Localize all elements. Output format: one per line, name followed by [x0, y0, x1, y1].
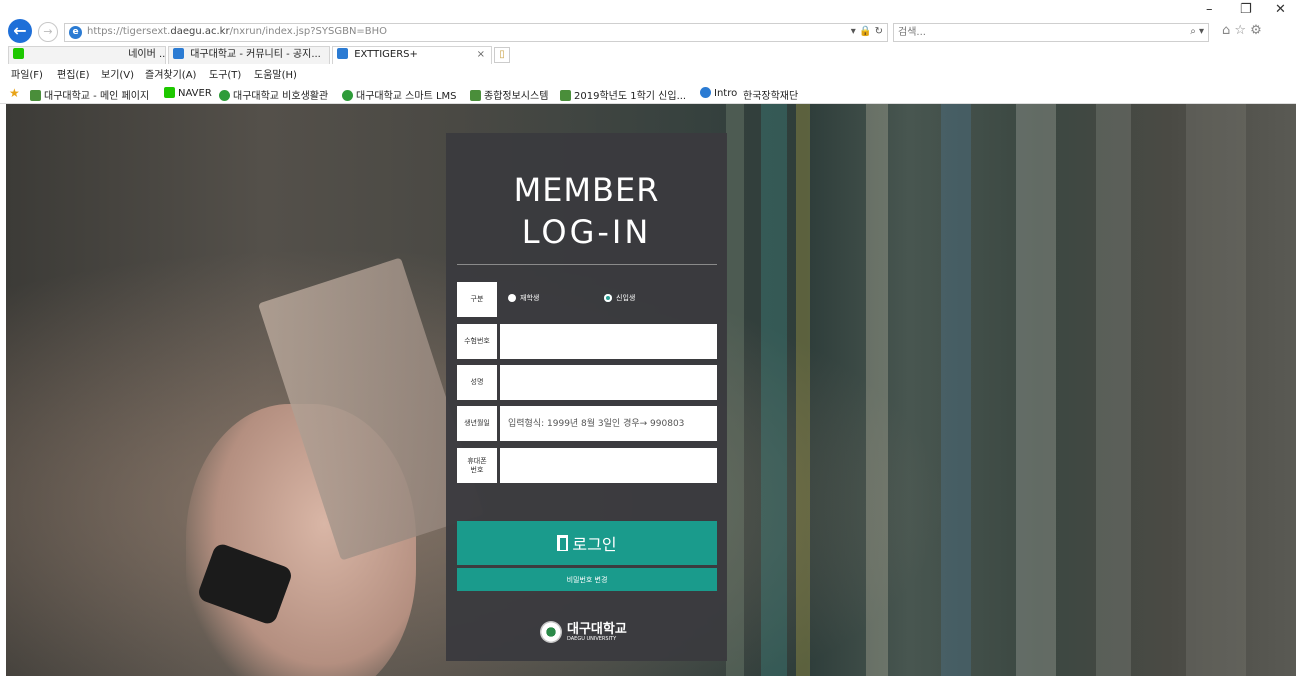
- fav-info-system[interactable]: 종합정보시스템: [470, 87, 548, 102]
- address-tools-icons[interactable]: ▾ 🔒 ↻: [851, 26, 883, 37]
- login-panel: MEMBER LOG-IN 구분 재학생 신입생 수험번호 성명 생년월일 휴대…: [446, 133, 727, 661]
- back-button[interactable]: ←: [8, 19, 32, 43]
- login-button[interactable]: 로그인: [457, 521, 717, 565]
- login-button-label: 로그인: [572, 535, 617, 554]
- logo-name: 대구대학교: [567, 621, 627, 637]
- change-password-button[interactable]: 비밀번호 변경: [457, 568, 717, 591]
- name-label: 성명: [457, 365, 497, 400]
- naver-icon: [13, 48, 24, 59]
- name-input[interactable]: [500, 365, 717, 400]
- exam-number-input[interactable]: [500, 324, 717, 359]
- minimize-button[interactable]: –: [1206, 2, 1213, 17]
- tab-label: 대구대학교 - 커뮤니티 - 공지...: [190, 49, 321, 60]
- radio-enrolled[interactable]: 재학생: [508, 293, 539, 303]
- address-bar[interactable]: e https://tigersext.daegu.ac.kr/nxrun/in…: [64, 23, 888, 42]
- background-book: [796, 104, 810, 676]
- fav-label: 대구대학교 - 메인 페이지: [44, 91, 150, 102]
- close-window-button[interactable]: ✕: [1275, 2, 1286, 17]
- background-book: [941, 104, 971, 676]
- menu-tools[interactable]: 도구(T): [209, 66, 241, 81]
- menu-view[interactable]: 보기(V): [101, 66, 134, 81]
- menu-bar: 파일(F) 편집(E) 보기(V) 즐겨찾기(A) 도구(T) 도움말(H): [0, 64, 1296, 82]
- radio-dot-selected[interactable]: [604, 294, 612, 302]
- fav-intro[interactable]: Intro: [700, 87, 737, 99]
- fav-label: 한국장학재단: [743, 91, 799, 102]
- favorites-star-icon[interactable]: ★: [9, 86, 20, 100]
- fav-label: 대구대학교 비호생활관: [233, 91, 329, 102]
- radio-label: 신입생: [616, 294, 636, 302]
- browser-title-bar: ← → e https://tigersext.daegu.ac.kr/nxru…: [0, 0, 1296, 44]
- login-title-line1: MEMBER: [513, 171, 660, 209]
- url-text[interactable]: https://tigersext.daegu.ac.kr/nxrun/inde…: [87, 26, 387, 37]
- tab-label: EXTTIGERS+: [354, 49, 418, 60]
- new-tab-button[interactable]: ▯: [494, 47, 510, 63]
- fav-naver[interactable]: NAVER: [164, 87, 212, 99]
- forward-button[interactable]: →: [38, 22, 58, 42]
- background-book: [1016, 104, 1056, 676]
- radio-dot[interactable]: [508, 294, 516, 302]
- fav-label: 종합정보시스템: [484, 91, 549, 102]
- fav-kosaf[interactable]: 한국장학재단: [743, 87, 798, 102]
- university-logo: 대구대학교 DAEGU UNIVERSITY: [540, 621, 627, 643]
- ie-page-icon: e: [69, 26, 82, 39]
- search-box[interactable]: ⌕ ▾: [893, 23, 1209, 42]
- fav-label: 2019학년도 1학기 신입...: [574, 91, 687, 102]
- phone-label-line2: 번호: [470, 465, 484, 474]
- fav-daegu-main[interactable]: 대구대학교 - 메인 페이지: [30, 87, 149, 102]
- fav-dormitory[interactable]: 대구대학교 비호생활관: [219, 87, 328, 102]
- tab-daegu-notice[interactable]: 대구대학교 - 커뮤니티 - 공지...: [168, 46, 330, 64]
- fav-label: NAVER: [178, 88, 212, 99]
- menu-favorites[interactable]: 즐겨찾기(A): [145, 66, 196, 81]
- tab-exttigers[interactable]: EXTTIGERS+ ×: [332, 46, 492, 64]
- birthdate-label: 생년월일: [457, 406, 497, 441]
- tab-bar: 네이버 ... 대구대학교 - 커뮤니티 - 공지... EXTTIGERS+ …: [0, 44, 1296, 64]
- search-input[interactable]: [894, 24, 1164, 41]
- exam-number-label: 수험번호: [457, 324, 497, 359]
- fav-label: 대구대학교 스마트 LMS: [356, 91, 457, 102]
- radio-freshman[interactable]: 신입생: [604, 293, 635, 303]
- background-book: [1186, 104, 1246, 676]
- birthdate-input[interactable]: [500, 406, 717, 441]
- background-book: [761, 104, 787, 676]
- close-tab-icon[interactable]: ×: [477, 47, 485, 63]
- fav-smart-lms[interactable]: 대구대학교 스마트 LMS: [342, 87, 457, 102]
- radio-label: 재학생: [520, 294, 540, 302]
- home-favorites-settings-icons[interactable]: ⌂ ☆ ⚙: [1222, 23, 1262, 38]
- university-emblem-icon: [540, 621, 562, 643]
- door-icon: [557, 535, 569, 551]
- phone-label-line1: 휴대폰: [467, 456, 487, 465]
- fav-2019-freshman[interactable]: 2019학년도 1학기 신입...: [560, 87, 686, 102]
- menu-edit[interactable]: 편집(E): [57, 66, 90, 81]
- login-title-line2: LOG-IN: [521, 213, 652, 251]
- ie-page-icon: [173, 48, 184, 59]
- search-icon[interactable]: ⌕ ▾: [1190, 26, 1204, 37]
- tab-naver[interactable]: 네이버 ...: [8, 46, 166, 64]
- background-book: [726, 104, 744, 676]
- favorites-bar: ★ 대구대학교 - 메인 페이지 NAVER 대구대학교 비호생활관 대구대학교…: [0, 82, 1296, 104]
- type-label: 구분: [457, 282, 497, 317]
- background-book: [866, 104, 888, 676]
- title-divider: [457, 264, 717, 265]
- tab-label: 네이버 ...: [128, 49, 166, 60]
- background-book: [1096, 104, 1131, 676]
- ie-page-icon: [337, 48, 348, 59]
- menu-file[interactable]: 파일(F): [11, 66, 43, 81]
- menu-help[interactable]: 도움말(H): [254, 66, 297, 81]
- restore-button[interactable]: ❐: [1240, 2, 1252, 17]
- fav-label: Intro: [714, 88, 738, 99]
- phone-input[interactable]: [500, 448, 717, 483]
- phone-label: 휴대폰 번호: [457, 448, 497, 483]
